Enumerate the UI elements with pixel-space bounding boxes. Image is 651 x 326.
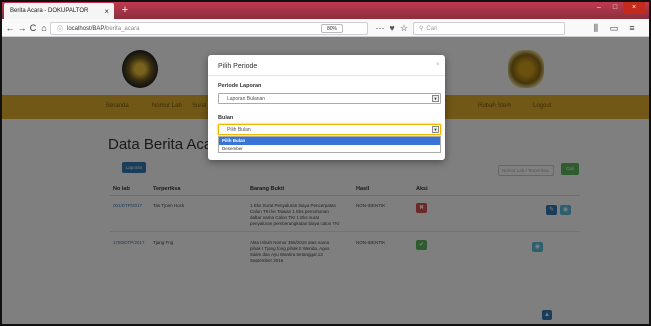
minimize-icon[interactable]: – (591, 2, 607, 14)
menu-icon[interactable]: ≡ (626, 22, 638, 34)
chevron-down-icon: ▼ (432, 126, 439, 133)
maximize-icon[interactable]: □ (607, 2, 623, 14)
browser-tab[interactable]: Berita Acara - DOKUPALTOR × (4, 3, 114, 19)
zoom-level[interactable]: 80% (321, 24, 343, 33)
more-actions-icon[interactable]: ··· (374, 22, 386, 34)
periode-laporan-value: Laporan Bulanan (227, 96, 266, 102)
new-tab-button[interactable]: + (118, 3, 132, 17)
search-placeholder: Cari (426, 25, 438, 32)
window-close-icon[interactable]: × (623, 2, 645, 14)
modal-title: Pilih Periode (218, 63, 258, 70)
bulan-option-pilih[interactable]: Pilih Bulan (219, 137, 440, 145)
periode-laporan-select[interactable]: Laporan Bulanan ▼ (218, 93, 441, 104)
browser-search-field[interactable]: ⚲ Cari (413, 22, 565, 35)
home-icon[interactable]: ⌂ (38, 22, 50, 34)
search-icon: ⚲ (419, 26, 424, 32)
bulan-select[interactable]: Pilih Bulan ▼ (218, 124, 441, 135)
url-path: berita_acara (106, 25, 140, 32)
tab-close-icon[interactable]: × (104, 7, 109, 16)
library-icon[interactable]: ⫼ (590, 22, 602, 34)
periode-laporan-label: Periode Laporan (218, 83, 262, 89)
sidebar-icon[interactable]: ▭ (608, 22, 620, 34)
modal-header-divider (208, 75, 445, 76)
chevron-down-icon: ▼ (432, 95, 439, 102)
url-host: localhost/BAP/ (67, 25, 107, 32)
bulan-option-desember[interactable]: Desember (219, 145, 440, 153)
bulan-label: Bulan (218, 115, 234, 121)
modal-close-icon[interactable]: × (436, 62, 440, 68)
back-icon[interactable]: ← (4, 22, 16, 34)
info-icon: ⓘ (57, 27, 64, 33)
tab-title: Berita Acara - DOKUPALTOR (10, 8, 89, 14)
bookmark-star-icon[interactable]: ☆ (398, 22, 410, 34)
bulan-value: Pilih Bulan (227, 127, 251, 133)
pocket-icon[interactable]: ♥ (386, 22, 398, 34)
